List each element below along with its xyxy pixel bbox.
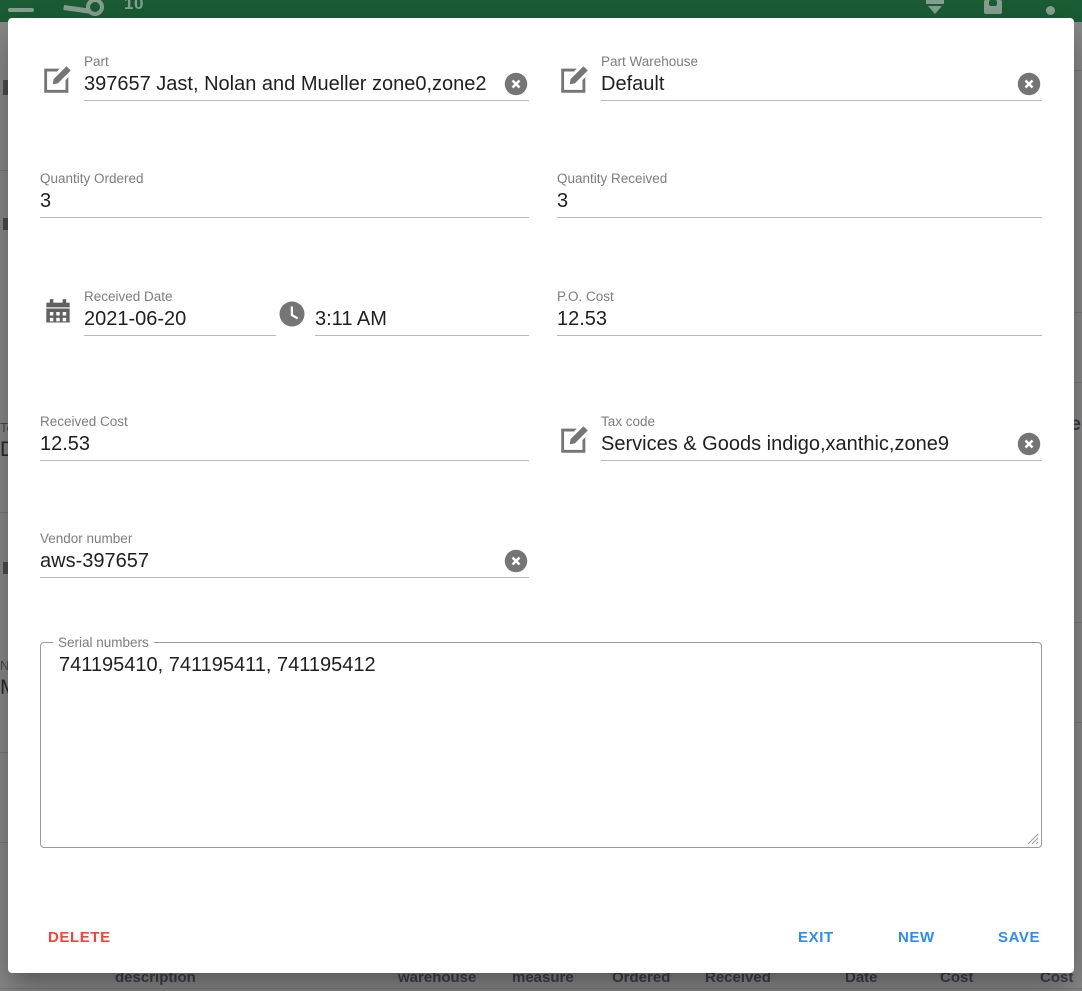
field-received-time[interactable]: 3:11 AM [271, 289, 529, 336]
calendar-icon[interactable] [44, 298, 78, 332]
field-value-po-cost: 12.53 [557, 308, 608, 330]
field-label-quantity-ordered: Quantity Ordered [40, 171, 144, 186]
field-line[interactable]: 3:11 AM [315, 305, 529, 336]
field-quantity-received[interactable]: Quantity Received 3 [557, 171, 1042, 218]
field-value-received-cost: 12.53 [40, 433, 91, 455]
field-vendor-number[interactable]: Vendor number aws-397657 [40, 531, 529, 578]
save-button[interactable]: SAVE [988, 921, 1050, 954]
field-value-quantity-ordered: 3 [40, 190, 52, 212]
field-line[interactable]: 397657 Jast, Nolan and Mueller zone0,zon… [84, 70, 529, 101]
field-line[interactable]: aws-397657 [40, 547, 529, 578]
clock-icon[interactable] [277, 299, 311, 333]
field-line[interactable]: Services & Goods indigo,xanthic,zone9 [601, 430, 1042, 461]
field-value-received-date: 2021-06-20 [84, 308, 187, 330]
field-line[interactable]: 2021-06-20 [84, 305, 276, 336]
field-value-received-time: 3:11 AM [315, 308, 387, 330]
field-label-tax-code: Tax code [601, 414, 656, 429]
field-po-cost[interactable]: P.O. Cost 12.53 [557, 289, 1042, 336]
field-value-quantity-received: 3 [557, 190, 569, 212]
field-quantity-ordered[interactable]: Quantity Ordered 3 [40, 171, 529, 218]
new-button[interactable]: NEW [888, 921, 945, 954]
clear-circle-icon[interactable] [501, 69, 531, 99]
download-icon[interactable] [920, 0, 950, 20]
field-value-serial-numbers: 741195410, 741195411, 741195412 [59, 654, 376, 676]
field-label-vendor-number: Vendor number [40, 531, 133, 546]
field-part-warehouse[interactable]: Part Warehouse Default [557, 54, 1042, 101]
field-line[interactable]: 3 [557, 187, 1042, 218]
field-part[interactable]: Part 397657 Jast, Nolan and Mueller zone… [40, 54, 529, 101]
edit-pencil-icon[interactable] [557, 423, 591, 457]
delete-button[interactable]: DELETE [38, 921, 121, 954]
field-label-po-cost: P.O. Cost [557, 289, 614, 304]
topbar-count-label: 10 [124, 0, 144, 13]
field-label-received-date: Received Date [84, 289, 173, 304]
field-value-part-warehouse: Default [601, 73, 665, 95]
textarea-resize-handle[interactable] [1025, 831, 1039, 845]
field-value-part: 397657 Jast, Nolan and Mueller zone0,zon… [84, 73, 487, 95]
field-received-date[interactable]: Received Date 2021-06-20 [40, 289, 276, 336]
field-line[interactable]: Default [601, 70, 1042, 101]
field-tax-code[interactable]: Tax code Services & Goods indigo,xanthic… [557, 414, 1042, 461]
field-value-vendor-number: aws-397657 [40, 550, 149, 572]
field-label-received-time [315, 289, 529, 305]
part-receipt-dialog: Part 397657 Jast, Nolan and Mueller zone… [8, 18, 1074, 973]
dialog-actions: DELETE EXIT NEW SAVE [8, 911, 1074, 973]
field-line[interactable]: 3 [40, 187, 529, 218]
more-dot-icon[interactable] [1046, 6, 1055, 15]
divider [0, 988, 1082, 989]
edit-pencil-icon[interactable] [40, 63, 74, 97]
edit-pencil-icon[interactable] [557, 63, 591, 97]
clear-circle-icon[interactable] [1014, 69, 1044, 99]
field-line[interactable]: 12.53 [40, 430, 529, 461]
field-label-part-warehouse: Part Warehouse [601, 54, 699, 69]
field-received-cost[interactable]: Received Cost 12.53 [40, 414, 529, 461]
clear-circle-icon[interactable] [1014, 429, 1044, 459]
field-label-received-cost: Received Cost [40, 414, 128, 429]
dialog-body: Part 397657 Jast, Nolan and Mueller zone… [8, 18, 1074, 911]
clear-circle-icon[interactable] [501, 546, 531, 576]
field-label-part: Part [84, 54, 109, 69]
field-value-tax-code: Services & Goods indigo,xanthic,zone9 [601, 433, 949, 455]
field-label-serial-numbers: Serial numbers [58, 635, 149, 650]
field-serial-numbers[interactable]: Serial numbers 741195410, 741195411, 741… [40, 635, 1042, 848]
key-logo-icon [62, 0, 106, 20]
hamburger-menu-icon[interactable] [8, 8, 34, 12]
save-icon[interactable] [978, 0, 1008, 20]
exit-button[interactable]: EXIT [788, 921, 844, 954]
field-label-quantity-received: Quantity Received [557, 171, 668, 186]
field-line[interactable]: 12.53 [557, 305, 1042, 336]
